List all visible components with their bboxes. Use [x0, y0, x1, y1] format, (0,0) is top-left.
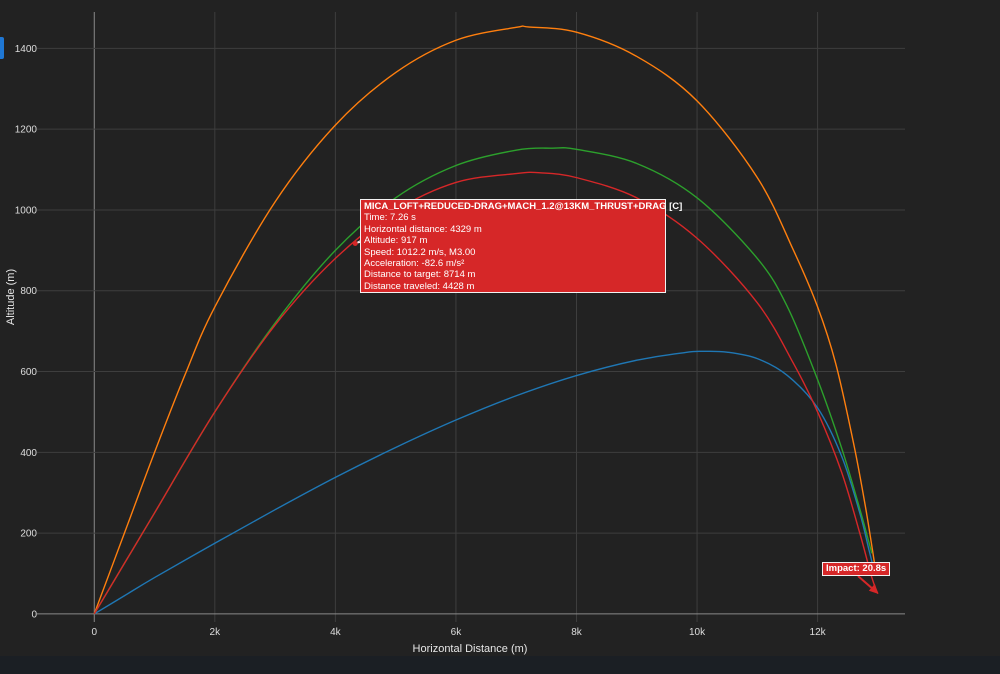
tooltip-horizontal-distance: Horizontal distance: 4329 m [364, 223, 482, 235]
y-tick-label: 0 [31, 609, 37, 620]
y-tick-labels: 0 200 400 600 800 1000 1200 1400 [15, 44, 38, 621]
x-tick-label: 12k [810, 627, 827, 638]
tooltip-speed: Speed: 1012.2 m/s, M3.00 [364, 246, 476, 258]
y-tick-label: 400 [20, 448, 37, 459]
y-tick-label: 1000 [15, 205, 38, 216]
x-tick-label: 2k [210, 627, 222, 638]
y-tick-label: 600 [20, 367, 37, 378]
tooltip-distance-traveled: Distance traveled: 4428 m [364, 280, 475, 292]
hover-tooltip: MICA_LOFT+REDUCED-DRAG+MACH_1.2@13KM_THR… [360, 199, 683, 293]
x-tick-labels: 0 2k 4k 6k 8k 10k 12k [91, 627, 826, 638]
series-line-0 [93, 350, 876, 615]
hover-point [352, 240, 358, 246]
x-axis-title: Horizontal Distance (m) [413, 643, 528, 655]
x-tick-label: 4k [330, 627, 342, 638]
x-tick-label: 8k [571, 627, 583, 638]
x-tick-label: 0 [91, 627, 97, 638]
tooltip-time: Time: 7.26 s [364, 212, 416, 224]
y-tick-label: 200 [20, 529, 37, 540]
x-tick-label: 10k [689, 627, 706, 638]
tooltip-acceleration: Acceleration: -82.6 m/s² [364, 258, 465, 270]
y-gridlines [37, 47, 905, 615]
impact-arrowhead [868, 583, 878, 594]
series-layer [93, 25, 879, 615]
tooltip-distance-to-target: Distance to target: 8714 m [364, 269, 476, 281]
tooltip-altitude: Altitude: 917 m [364, 235, 428, 247]
y-tick-label: 1200 [15, 125, 38, 136]
tooltip-title: MICA_LOFT+REDUCED-DRAG+MACH_1.2@13KM_THR… [364, 201, 683, 212]
y-tick-label: 1400 [15, 44, 38, 55]
x-gridlines [93, 12, 819, 622]
x-tick-label: 6k [451, 627, 463, 638]
impact-annotation: Impact: 20.8s [822, 562, 891, 576]
y-tick-label: 800 [20, 286, 37, 297]
series-line-1 [93, 25, 876, 615]
bottom-strip [0, 656, 1000, 674]
y-axis-title: Altitude (m) [5, 269, 17, 325]
